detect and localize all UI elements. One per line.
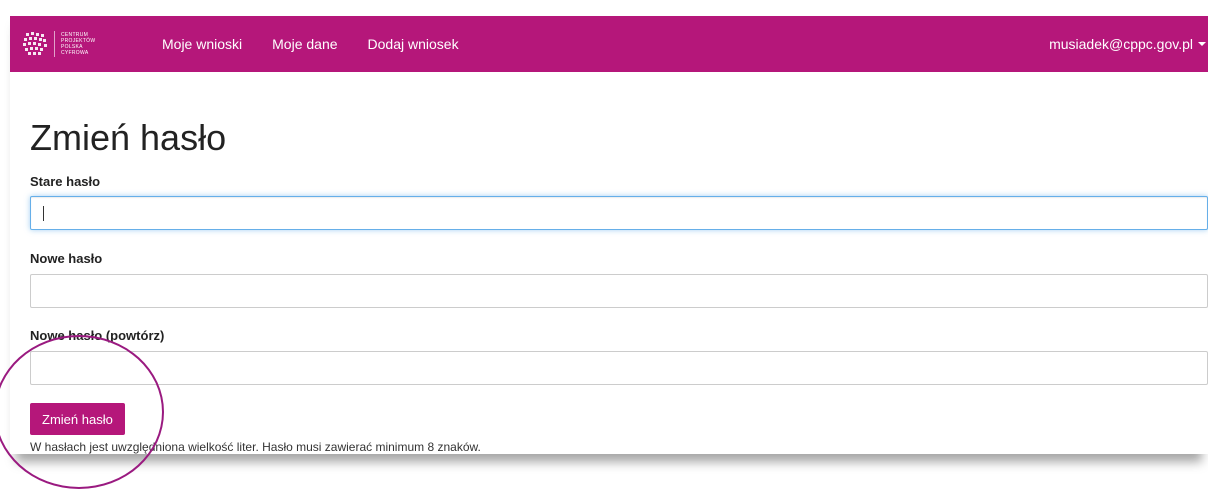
change-password-button[interactable]: Zmień hasło [30, 403, 125, 435]
logo-line: CYFROWA [61, 50, 89, 56]
old-password-input[interactable] [30, 196, 1208, 230]
top-navbar: CENTRUM PROJEKTÓW POLSKA CYFROWA Moje wn… [10, 16, 1208, 72]
caret-down-icon [1198, 42, 1206, 46]
app-window: CENTRUM PROJEKTÓW POLSKA CYFROWA Moje wn… [10, 6, 1208, 454]
cppc-logo-icon [23, 32, 47, 55]
new-password-label: Nowe hasło [30, 251, 103, 266]
nav-links: Moje wnioski Moje dane Dodaj wniosek [158, 16, 474, 72]
new-password-input[interactable] [30, 274, 1208, 308]
nav-link-dodaj-wniosek[interactable]: Dodaj wniosek [353, 16, 474, 72]
user-email: musiadek@cppc.gov.pl [1049, 36, 1193, 52]
nav-link-moje-wnioski[interactable]: Moje wnioski [158, 16, 257, 72]
nav-link-moje-dane[interactable]: Moje dane [257, 16, 352, 72]
help-text: W hasłach jest uwzględniona wielkość lit… [30, 440, 481, 454]
logo-text: CENTRUM PROJEKTÓW POLSKA CYFROWA [61, 32, 95, 56]
text-cursor [43, 206, 44, 221]
old-password-label: Stare hasło [30, 174, 101, 189]
brand-logo[interactable]: CENTRUM PROJEKTÓW POLSKA CYFROWA [22, 24, 134, 64]
user-menu[interactable]: musiadek@cppc.gov.pl [1049, 16, 1208, 72]
repeat-password-input[interactable] [30, 351, 1208, 385]
repeat-password-label: Nowe hasło (powtórz) [30, 328, 165, 343]
logo-divider [54, 31, 55, 57]
page-title: Zmień hasło [30, 117, 227, 158]
